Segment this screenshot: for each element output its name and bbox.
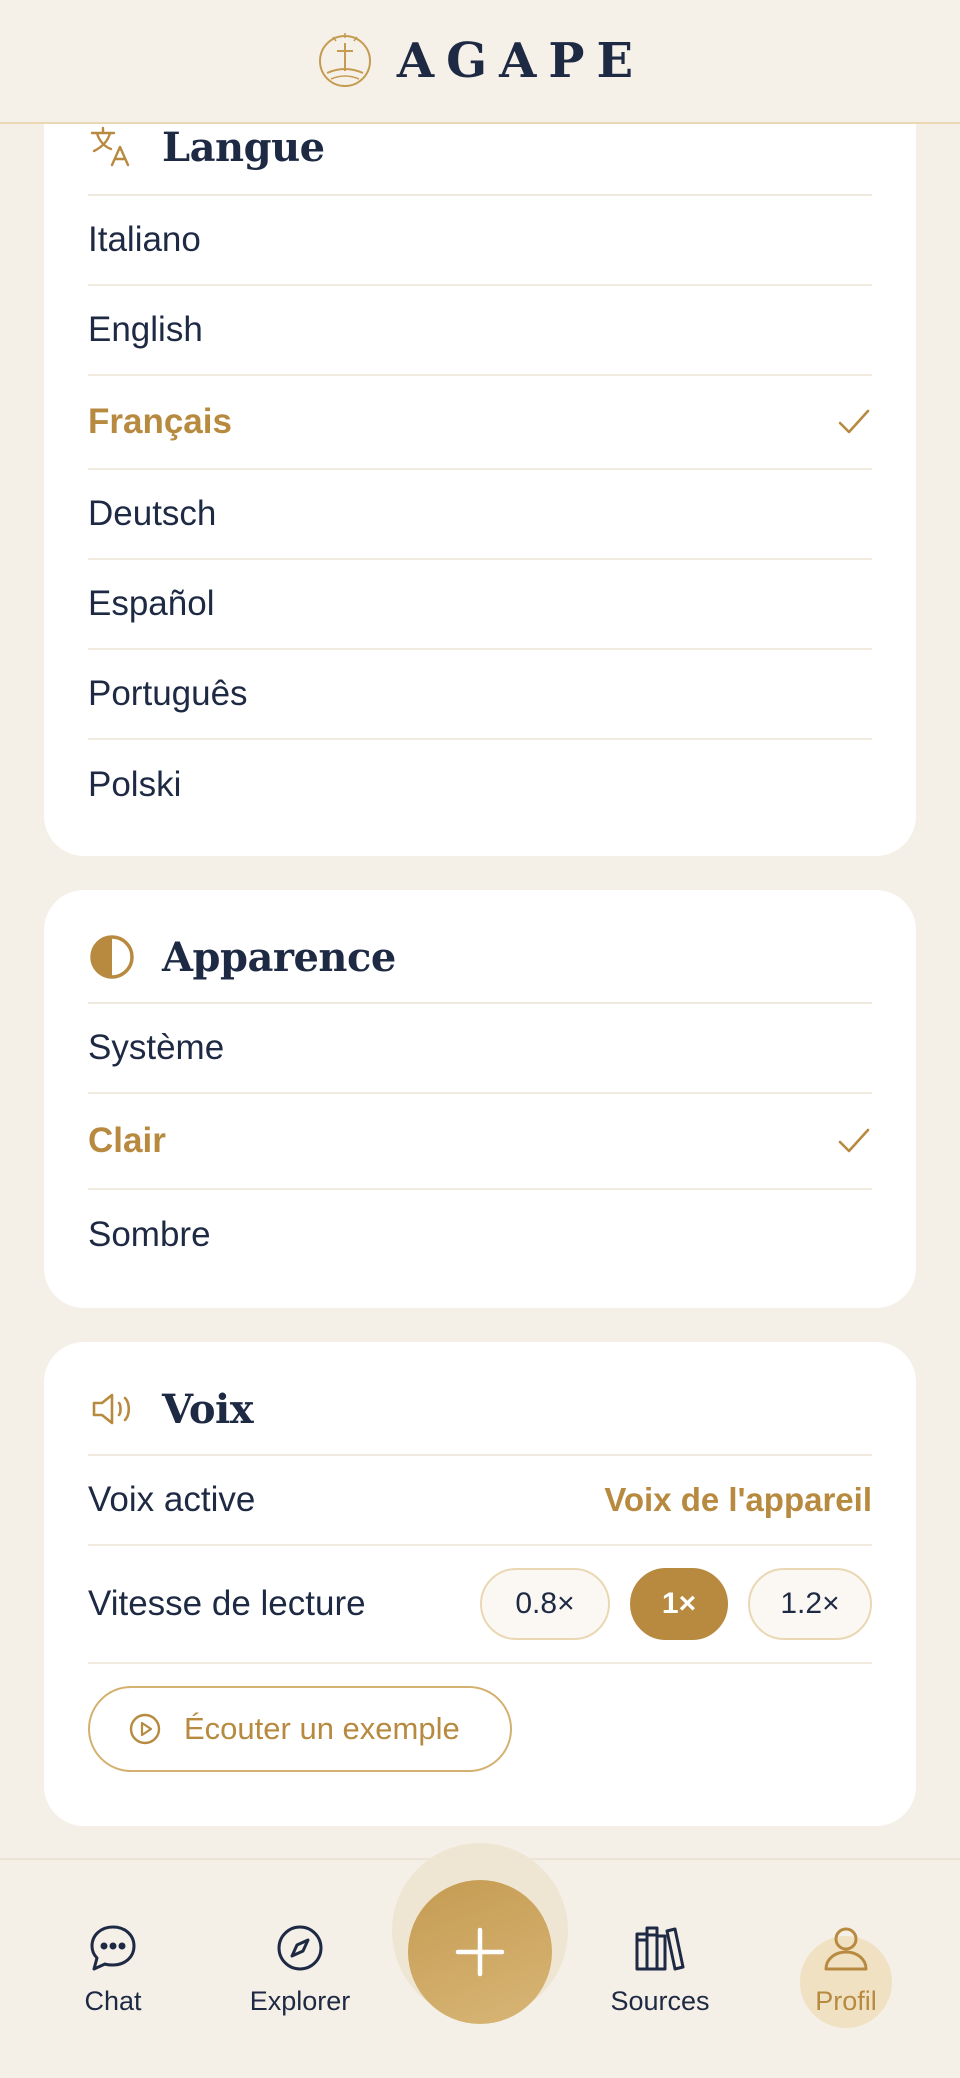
nav-chat[interactable]: Chat — [43, 1920, 183, 2017]
voice-card: Voix Voix active Voix de l'appareil Vite… — [44, 1342, 916, 1826]
chat-bubble-icon — [85, 1920, 141, 1976]
language-option-label: Italiano — [88, 220, 201, 259]
check-icon — [838, 409, 870, 434]
appearance-header: Apparence — [88, 890, 872, 1004]
nav-sources-label: Sources — [610, 1986, 710, 2016]
appearance-option-systeme[interactable]: Système — [88, 1004, 872, 1094]
speed-option-1-2[interactable]: 1.2× — [748, 1568, 872, 1640]
language-option-espanol[interactable]: Español — [88, 560, 872, 650]
brand-name: AGAPE — [396, 33, 646, 89]
language-option-label: Español — [88, 584, 215, 623]
cross-in-circle-logo — [318, 33, 371, 87]
appearance-card: Apparence Système Clair Sombre — [44, 890, 916, 1308]
nav-profil[interactable]: Profil — [776, 1920, 916, 2017]
nav-sources[interactable]: Sources — [590, 1920, 730, 2017]
active-voice-row[interactable]: Voix active Voix de l'appareil — [88, 1456, 872, 1546]
appearance-option-label: Système — [88, 1028, 225, 1067]
language-option-english[interactable]: English — [88, 286, 872, 376]
speed-option-0-8[interactable]: 0.8× — [480, 1568, 610, 1640]
nav-chat-label: Chat — [84, 1986, 142, 2016]
nav-explorer-label: Explorer — [249, 1986, 351, 2016]
language-option-label: Deutsch — [88, 494, 217, 533]
nav-explorer[interactable]: Explorer — [230, 1920, 370, 2017]
active-voice-label: Voix active — [88, 1480, 256, 1519]
active-voice-value[interactable]: Voix de l'appareil — [604, 1481, 872, 1519]
language-option-label: English — [88, 310, 203, 349]
appearance-option-sombre[interactable]: Sombre — [88, 1190, 872, 1280]
language-option-italiano[interactable]: Italiano — [88, 196, 872, 286]
speed-option-1[interactable]: 1× — [630, 1568, 728, 1640]
translate-icon — [88, 123, 136, 171]
language-option-deutsch[interactable]: Deutsch — [88, 470, 872, 560]
compass-icon — [272, 1920, 328, 1976]
language-option-label: Polski — [88, 765, 182, 804]
check-icon — [838, 1128, 870, 1153]
appearance-title: Apparence — [162, 933, 396, 981]
listen-example-button[interactable]: Écouter un exemple — [88, 1686, 512, 1772]
language-option-polski[interactable]: Polski — [88, 740, 872, 830]
books-icon — [632, 1920, 688, 1976]
user-icon — [818, 1920, 874, 1976]
language-option-label: Français — [88, 402, 232, 441]
reading-speed-label: Vitesse de lecture — [88, 1584, 366, 1623]
nav-profil-label: Profil — [815, 1986, 877, 2016]
app-header: AGAPE — [0, 0, 960, 124]
language-option-label: Português — [88, 674, 248, 713]
language-option-portugues[interactable]: Português — [88, 650, 872, 740]
language-option-francais[interactable]: Français — [88, 376, 872, 470]
speed-selector: 0.8× 1× 1.2× — [480, 1568, 872, 1640]
appearance-option-clair[interactable]: Clair — [88, 1094, 872, 1190]
language-card: Langue Italiano English Français Deutsch… — [44, 100, 916, 856]
voice-header: Voix — [88, 1342, 872, 1456]
appearance-option-label: Clair — [88, 1121, 166, 1160]
voice-title: Voix — [162, 1385, 254, 1433]
appearance-option-label: Sombre — [88, 1215, 211, 1254]
reading-speed-row: Vitesse de lecture 0.8× 1× 1.2× — [88, 1546, 872, 1664]
listen-example-label: Écouter un exemple — [184, 1711, 460, 1746]
plus-icon — [455, 1927, 505, 1977]
contrast-icon — [88, 933, 136, 981]
speaker-icon — [88, 1385, 136, 1433]
play-icon — [129, 1713, 161, 1745]
language-title: Langue — [162, 123, 325, 171]
listen-wrap: Écouter un exemple — [88, 1664, 872, 1772]
new-chat-fab[interactable] — [408, 1880, 552, 2024]
